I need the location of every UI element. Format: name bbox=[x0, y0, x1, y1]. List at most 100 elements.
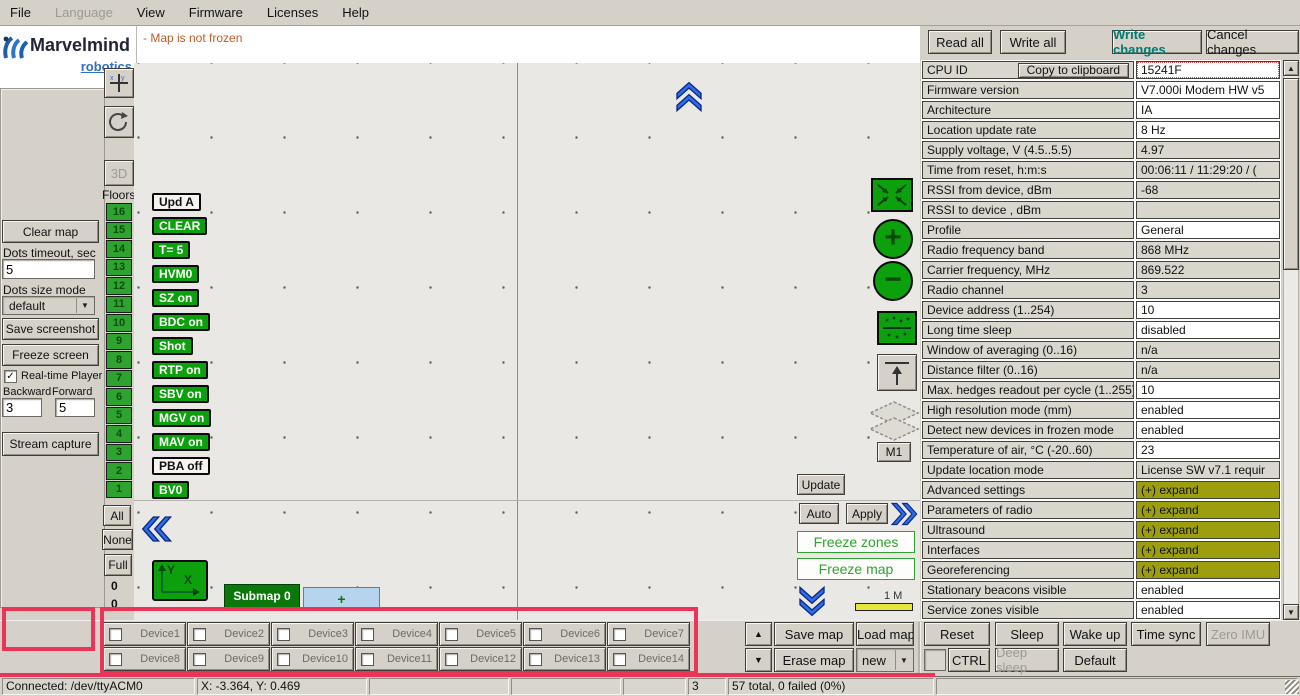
map-toggle-button[interactable]: Shot bbox=[152, 337, 193, 355]
backward-input[interactable] bbox=[2, 398, 42, 417]
param-value-cell[interactable]: 00:06:11 / 11:29:20 / ( bbox=[1136, 161, 1280, 179]
device-checkbox[interactable] bbox=[193, 628, 206, 641]
save-screenshot-button[interactable]: Save screenshot bbox=[2, 318, 99, 340]
device-checkbox[interactable] bbox=[193, 653, 206, 666]
param-value-cell[interactable]: 4.97 bbox=[1136, 141, 1280, 159]
zero-imu-button[interactable]: Zero IMU bbox=[1206, 622, 1270, 646]
scroll-up-button[interactable]: ▲ bbox=[1283, 60, 1299, 76]
param-value-cell[interactable]: -68 bbox=[1136, 181, 1280, 199]
map-toggle-button[interactable]: PBA off bbox=[152, 457, 210, 475]
chevron-down-icon[interactable]: ▼ bbox=[76, 298, 93, 313]
param-value-cell[interactable]: n/a bbox=[1136, 361, 1280, 379]
param-value-cell[interactable]: 23 bbox=[1136, 441, 1280, 459]
map-toggle-button[interactable]: RTP on bbox=[152, 361, 208, 379]
param-value-cell[interactable]: (+) expand bbox=[1136, 541, 1280, 559]
copy-to-clipboard-button[interactable]: Copy to clipboard bbox=[1018, 63, 1129, 78]
dots-display-button[interactable] bbox=[877, 311, 917, 345]
device-checkbox[interactable] bbox=[109, 628, 122, 641]
freeze-screen-button[interactable]: Freeze screen bbox=[2, 344, 99, 366]
device-checkbox[interactable] bbox=[613, 653, 626, 666]
device-checkbox[interactable] bbox=[109, 653, 122, 666]
floor-button[interactable]: 7 bbox=[106, 370, 132, 388]
floor-button[interactable]: 4 bbox=[106, 425, 132, 443]
erase-map-button[interactable]: Erase map bbox=[774, 648, 854, 672]
stream-capture-button[interactable]: Stream capture bbox=[2, 432, 99, 456]
floor-button[interactable]: 15 bbox=[106, 222, 132, 240]
map-toggle-button[interactable]: MGV on bbox=[152, 409, 211, 427]
layers-icon[interactable] bbox=[866, 398, 922, 444]
floor-button[interactable]: 9 bbox=[106, 333, 132, 351]
map-toggle-button[interactable]: HVM0 bbox=[152, 265, 199, 283]
freeze-map-button[interactable]: Freeze map bbox=[797, 558, 915, 580]
device-checkbox[interactable] bbox=[445, 653, 458, 666]
floor-button[interactable]: 12 bbox=[106, 277, 132, 295]
pan-up-icon[interactable] bbox=[672, 80, 706, 112]
realtime-player-checkbox[interactable]: ✓ bbox=[4, 370, 17, 383]
param-value-cell[interactable]: General bbox=[1136, 221, 1280, 239]
device-page-down-button[interactable]: ▼ bbox=[745, 648, 772, 672]
zoom-out-button[interactable]: − bbox=[873, 261, 913, 301]
param-value-cell[interactable]: 10 bbox=[1136, 301, 1280, 319]
save-map-button[interactable]: Save map bbox=[774, 622, 854, 646]
device-toggle[interactable]: Device10 bbox=[271, 647, 354, 671]
device-checkbox[interactable] bbox=[529, 628, 542, 641]
param-value-cell[interactable]: (+) expand bbox=[1136, 481, 1280, 499]
write-changes-button[interactable]: Write changes bbox=[1112, 30, 1202, 54]
scroll-down-button[interactable]: ▼ bbox=[1283, 604, 1299, 620]
load-map-button[interactable]: Load map bbox=[856, 622, 914, 646]
tab-submap-0[interactable]: Submap 0 bbox=[224, 584, 300, 608]
fit-to-screen-button[interactable] bbox=[871, 178, 913, 212]
floor-button[interactable]: 13 bbox=[106, 259, 132, 277]
rotate-tool-button[interactable] bbox=[104, 106, 134, 138]
param-value-cell[interactable]: enabled bbox=[1136, 401, 1280, 419]
m1-button[interactable]: M1 bbox=[877, 442, 911, 462]
device-page-up-button[interactable]: ▲ bbox=[745, 622, 772, 646]
map-toggle-button[interactable]: Upd A bbox=[152, 193, 201, 211]
device-toggle[interactable]: Device3 bbox=[271, 622, 354, 646]
dots-timeout-input[interactable] bbox=[2, 259, 95, 279]
map-toggle-button[interactable]: SBV on bbox=[152, 385, 209, 403]
apply-button[interactable]: Apply bbox=[846, 503, 888, 524]
read-all-button[interactable]: Read all bbox=[928, 30, 992, 54]
menu-item[interactable]: Language bbox=[55, 5, 113, 20]
menu-item[interactable]: View bbox=[137, 5, 165, 20]
clear-map-button[interactable]: Clear map bbox=[2, 220, 99, 243]
param-value-cell[interactable]: 15241F bbox=[1136, 61, 1280, 79]
param-value-cell[interactable]: enabled bbox=[1136, 581, 1280, 599]
3d-view-button[interactable]: 3D bbox=[104, 160, 134, 186]
device-toggle[interactable]: Device1 bbox=[103, 622, 186, 646]
ctrl-button[interactable]: CTRL bbox=[948, 648, 990, 672]
floor-button[interactable]: 11 bbox=[106, 296, 132, 314]
time-sync-button[interactable]: Time sync bbox=[1131, 622, 1201, 646]
submap-axes-icon[interactable]: Y X bbox=[152, 560, 208, 601]
device-toggle[interactable]: Device5 bbox=[439, 622, 522, 646]
cancel-changes-button[interactable]: Cancel changes bbox=[1206, 30, 1299, 54]
map-toggle-button[interactable]: SZ on bbox=[152, 289, 199, 307]
reset-button[interactable]: Reset bbox=[924, 622, 990, 646]
map-toggle-button[interactable]: CLEAR bbox=[152, 217, 207, 235]
deep-sleep-button[interactable]: Deep sleep bbox=[995, 648, 1059, 672]
param-value-cell[interactable]: License SW v7.1 requir bbox=[1136, 461, 1280, 479]
param-value-cell[interactable]: enabled bbox=[1136, 421, 1280, 439]
menu-item[interactable]: File bbox=[10, 5, 31, 20]
forward-input[interactable] bbox=[55, 398, 95, 417]
param-value-cell[interactable]: 869.522 bbox=[1136, 261, 1280, 279]
chevron-down-icon[interactable]: ▼ bbox=[895, 650, 912, 670]
device-checkbox[interactable] bbox=[445, 628, 458, 641]
map-toggle-button[interactable]: BV0 bbox=[152, 481, 189, 499]
map-toggle-button[interactable]: BDC on bbox=[152, 313, 210, 331]
param-value-cell[interactable]: disabled bbox=[1136, 321, 1280, 339]
floor-button[interactable]: 3 bbox=[106, 444, 132, 462]
device-toggle[interactable]: Device4 bbox=[355, 622, 438, 646]
device-toggle[interactable]: Device13 bbox=[523, 647, 606, 671]
freeze-zones-button[interactable]: Freeze zones bbox=[797, 531, 915, 553]
wake-up-button[interactable]: Wake up bbox=[1063, 622, 1127, 646]
device-toggle[interactable]: Device6 bbox=[523, 622, 606, 646]
auto-button[interactable]: Auto bbox=[799, 503, 839, 524]
device-checkbox[interactable] bbox=[529, 653, 542, 666]
resize-grip-icon[interactable] bbox=[1285, 680, 1299, 694]
axes-tool-button[interactable]: x y bbox=[104, 68, 134, 98]
floor-button[interactable]: 8 bbox=[106, 351, 132, 369]
device-toggle[interactable]: Device12 bbox=[439, 647, 522, 671]
param-value-cell[interactable]: 868 MHz bbox=[1136, 241, 1280, 259]
